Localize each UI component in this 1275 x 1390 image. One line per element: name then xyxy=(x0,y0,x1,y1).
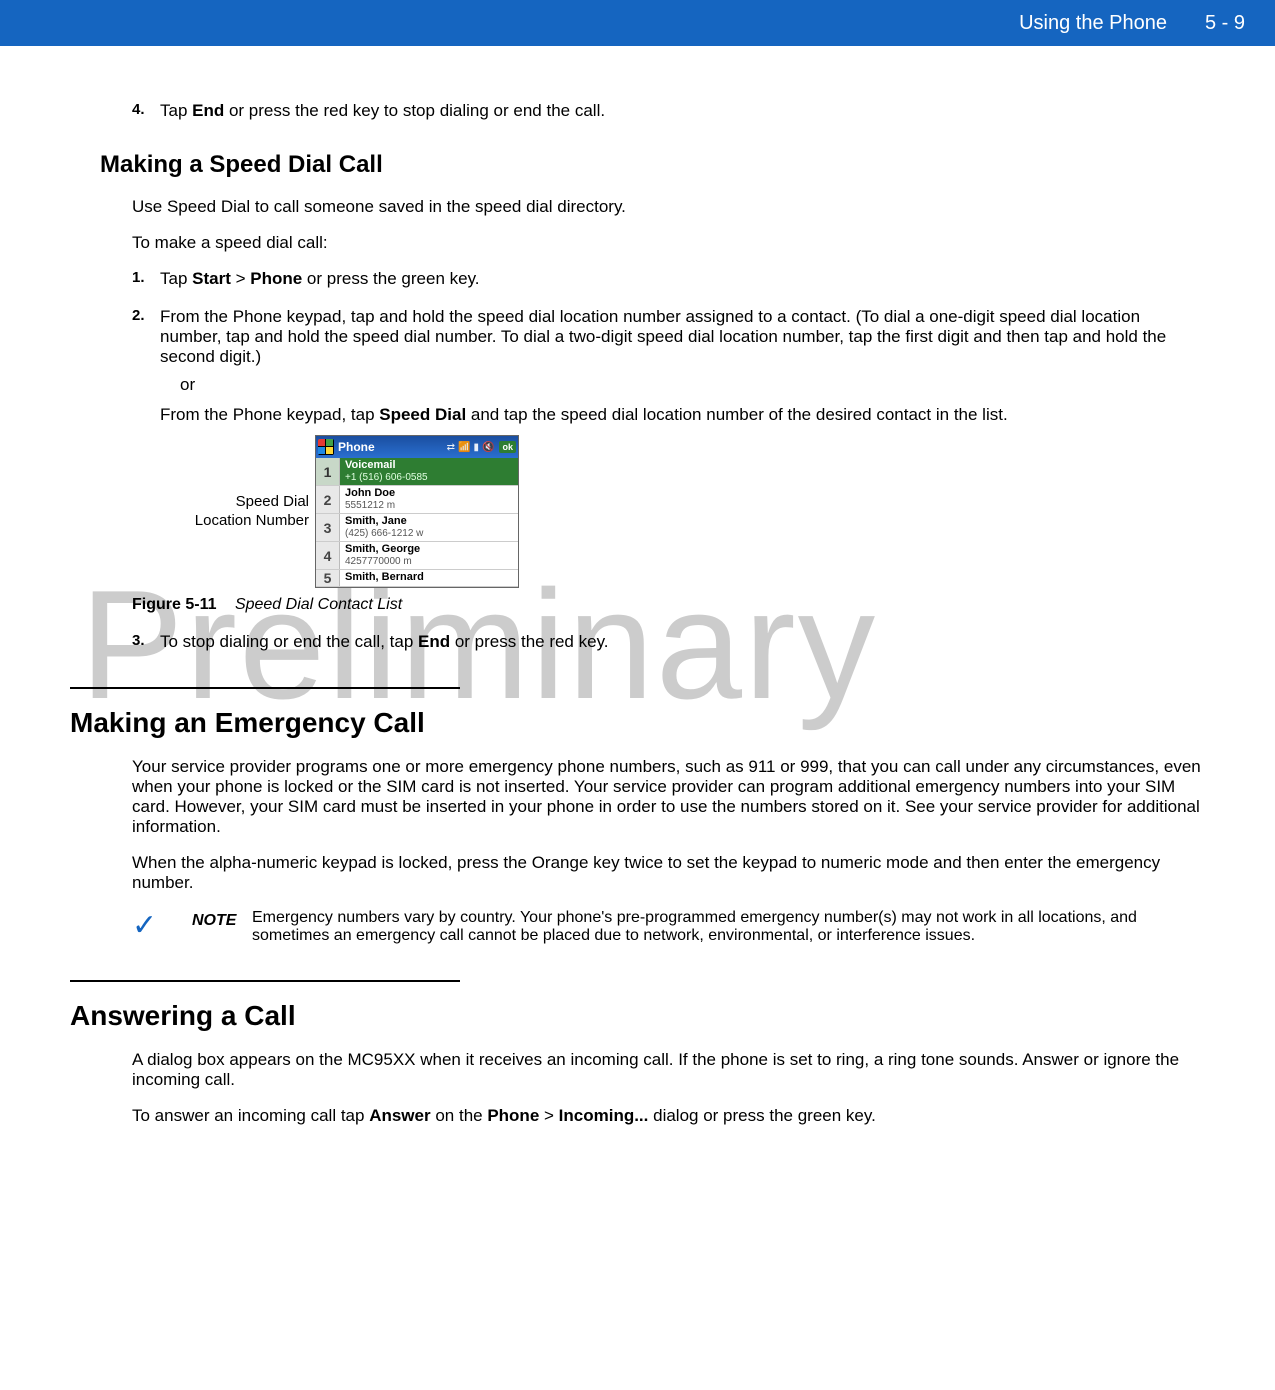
figure-caption: Figure 5-11 Speed Dial Contact List xyxy=(132,596,1205,614)
bold: Phone xyxy=(250,269,302,288)
bold: Incoming... xyxy=(559,1106,649,1125)
list-item: 2 John Doe 5551212 m xyxy=(316,486,518,514)
mock-titlebar: Phone ⇄ 📶 ▮ 🔇 ok xyxy=(316,436,518,458)
section-rule xyxy=(70,980,460,982)
heading-answering-call: Answering a Call xyxy=(70,1000,1205,1032)
contact-name: John Doe xyxy=(345,487,513,500)
speed-dial-number: 2 xyxy=(316,486,340,513)
text: Tap xyxy=(160,101,192,120)
text: or press the red key. xyxy=(450,632,608,651)
step-text: Tap Start > Phone or press the green key… xyxy=(160,269,1205,289)
text: dialog or press the green key. xyxy=(648,1106,875,1125)
check-icon: ✓ xyxy=(132,909,192,941)
text: or press the red key to stop dialing or … xyxy=(224,101,605,120)
speed-dial-number: 1 xyxy=(316,458,340,485)
speaker-icon: 🔇 xyxy=(482,442,494,453)
page-number: 5 - 9 xyxy=(1205,12,1245,35)
chapter-title: Using the Phone xyxy=(1019,12,1167,35)
text: To stop dialing or end the call, tap xyxy=(160,632,418,651)
step-text: From the Phone keypad, tap and hold the … xyxy=(160,307,1205,367)
phone-screenshot: Phone ⇄ 📶 ▮ 🔇 ok 1 Voicemail +1 (516) 60… xyxy=(315,435,519,588)
contact-info: Voicemail +1 (516) 606-0585 xyxy=(340,458,518,485)
contact-info: Smith, Bernard xyxy=(340,570,518,586)
step-4: 4. Tap End or press the red key to stop … xyxy=(132,101,1205,121)
or-separator: or xyxy=(180,375,1205,395)
text: To answer an incoming call tap xyxy=(132,1106,369,1125)
contact-name: Smith, Bernard xyxy=(345,571,513,584)
figure-number: Figure 5-11 xyxy=(132,596,216,613)
contact-number: +1 (516) 606-0585 xyxy=(345,472,513,484)
step-1: 1. Tap Start > Phone or press the green … xyxy=(132,269,1205,289)
contact-name: Smith, George xyxy=(345,543,513,556)
paragraph: To make a speed dial call: xyxy=(132,233,1205,253)
step-3: 3. To stop dialing or end the call, tap … xyxy=(132,632,1205,652)
section-rule xyxy=(70,687,460,689)
bold: Speed Dial xyxy=(379,405,466,424)
figure-title: Speed Dial Contact List xyxy=(235,596,402,613)
step-number: 4. xyxy=(132,101,160,121)
contact-number: 5551212 m xyxy=(345,500,513,512)
list-item: 3 Smith, Jane (425) 666-1212 w xyxy=(316,514,518,542)
step-number: 2. xyxy=(132,307,160,367)
note-text: Emergency numbers vary by country. Your … xyxy=(252,909,1205,945)
note: ✓ NOTE Emergency numbers vary by country… xyxy=(132,909,1205,945)
speed-dial-number: 5 xyxy=(316,570,340,586)
link-icon: ⇄ xyxy=(447,442,455,453)
paragraph: Your service provider programs one or mo… xyxy=(132,757,1205,837)
text: From the Phone keypad, tap xyxy=(160,405,379,424)
list-item: 4 Smith, George 4257770000 m xyxy=(316,542,518,570)
text: Tap xyxy=(160,269,192,288)
contact-number: 4257770000 m xyxy=(345,556,513,568)
paragraph: A dialog box appears on the MC95XX when … xyxy=(132,1050,1205,1090)
figure-5-11: Speed Dial Location Number Phone ⇄ 📶 ▮ 🔇… xyxy=(70,435,1205,588)
bold: End xyxy=(192,101,224,120)
note-label: NOTE xyxy=(192,909,252,930)
contact-info: Smith, George 4257770000 m xyxy=(340,542,518,569)
text: > xyxy=(539,1106,558,1125)
speed-dial-number: 3 xyxy=(316,514,340,541)
paragraph: Use Speed Dial to call someone saved in … xyxy=(132,197,1205,217)
contact-name: Voicemail xyxy=(345,459,513,472)
bold: Start xyxy=(192,269,231,288)
bold: End xyxy=(418,632,450,651)
text: Location Number xyxy=(195,512,309,529)
mock-title: Phone xyxy=(338,440,447,454)
bold: Answer xyxy=(369,1106,430,1125)
speed-dial-number: 4 xyxy=(316,542,340,569)
status-icons: ⇄ 📶 ▮ 🔇 ok xyxy=(447,441,516,453)
step-text: Tap End or press the red key to stop dia… xyxy=(160,101,1205,121)
text: > xyxy=(231,269,250,288)
heading-emergency-call: Making an Emergency Call xyxy=(70,707,1205,739)
step-text: To stop dialing or end the call, tap End… xyxy=(160,632,1205,652)
contact-number: (425) 666-1212 w xyxy=(345,528,513,540)
contact-name: Smith, Jane xyxy=(345,515,513,528)
paragraph: To answer an incoming call tap Answer on… xyxy=(132,1106,1205,1126)
step-2-alt: From the Phone keypad, tap Speed Dial an… xyxy=(160,405,1205,425)
contact-info: John Doe 5551212 m xyxy=(340,486,518,513)
text: on the xyxy=(431,1106,488,1125)
page-header: Using the Phone 5 - 9 xyxy=(0,0,1275,46)
windows-flag-icon xyxy=(318,439,334,455)
text: and tap the speed dial location number o… xyxy=(466,405,1008,424)
bold: Phone xyxy=(487,1106,539,1125)
list-item: 1 Voicemail +1 (516) 606-0585 xyxy=(316,458,518,486)
heading-speed-dial: Making a Speed Dial Call xyxy=(100,151,1205,179)
step-2: 2. From the Phone keypad, tap and hold t… xyxy=(132,307,1205,367)
text: Speed Dial xyxy=(236,493,309,510)
antenna-icon: ▮ xyxy=(474,442,480,453)
text: or press the green key. xyxy=(302,269,479,288)
step-number: 3. xyxy=(132,632,160,652)
ok-button: ok xyxy=(499,441,516,453)
paragraph: When the alpha-numeric keypad is locked,… xyxy=(132,853,1205,893)
contact-info: Smith, Jane (425) 666-1212 w xyxy=(340,514,518,541)
list-item: 5 Smith, Bernard xyxy=(316,570,518,587)
step-number: 1. xyxy=(132,269,160,289)
figure-callout: Speed Dial Location Number xyxy=(70,493,315,531)
signal-icon: 📶 xyxy=(458,442,470,453)
